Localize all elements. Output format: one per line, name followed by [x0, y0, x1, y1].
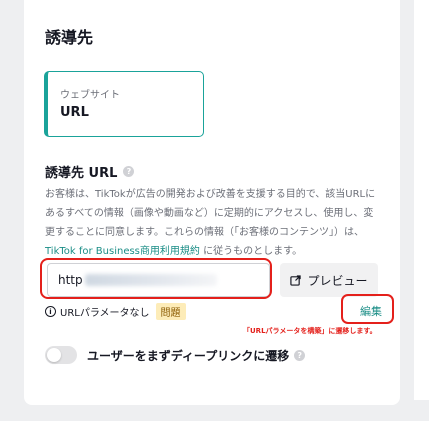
- url-label: 誘導先 URL: [45, 166, 118, 181]
- description-text: お客様は、TikTokが広告の開発および改善を支援する目的で、該当URLにあるす…: [45, 189, 376, 238]
- deeplink-toggle[interactable]: [45, 346, 77, 364]
- issue-badge: 問題: [155, 303, 186, 320]
- terms-link[interactable]: TikTok for Business商用利用規約: [45, 246, 200, 257]
- section-title: 誘導先: [45, 28, 94, 47]
- destination-type-value: URL: [60, 105, 89, 120]
- adjacent-panel: [414, 0, 429, 400]
- toggle-knob: [47, 348, 61, 362]
- destination-type-card[interactable]: ウェブサイト URL: [44, 71, 204, 137]
- deeplink-help-icon[interactable]: ?: [294, 350, 306, 361]
- preview-button-label: プレビュー: [307, 273, 368, 288]
- url-params-status: i URLパラメータなし 問題: [45, 303, 186, 320]
- help-icon[interactable]: ?: [123, 166, 135, 177]
- url-params-text: URLパラメータなし: [60, 308, 150, 319]
- edit-link-highlight: [341, 294, 394, 324]
- edit-annotation: 「URLパラメータを構築」に遷移します。: [243, 327, 377, 335]
- url-description: お客様は、TikTokが広告の開発および改善を支援する目的で、該当URLにあるす…: [45, 185, 381, 261]
- destination-type-subtitle: ウェブサイト: [60, 90, 120, 101]
- preview-button[interactable]: プレビュー: [280, 263, 378, 297]
- url-input-highlight: [40, 258, 272, 299]
- deeplink-label: ユーザーをまずディープリンクに遷移: [87, 349, 290, 363]
- external-link-icon: [290, 274, 302, 286]
- description-text-end: に従うものとします。: [203, 246, 303, 257]
- info-icon: i: [45, 306, 56, 317]
- deeplink-label-row: ユーザーをまずディープリンクに遷移 ?: [87, 347, 306, 364]
- url-label-row: 誘導先 URL ?: [45, 162, 135, 181]
